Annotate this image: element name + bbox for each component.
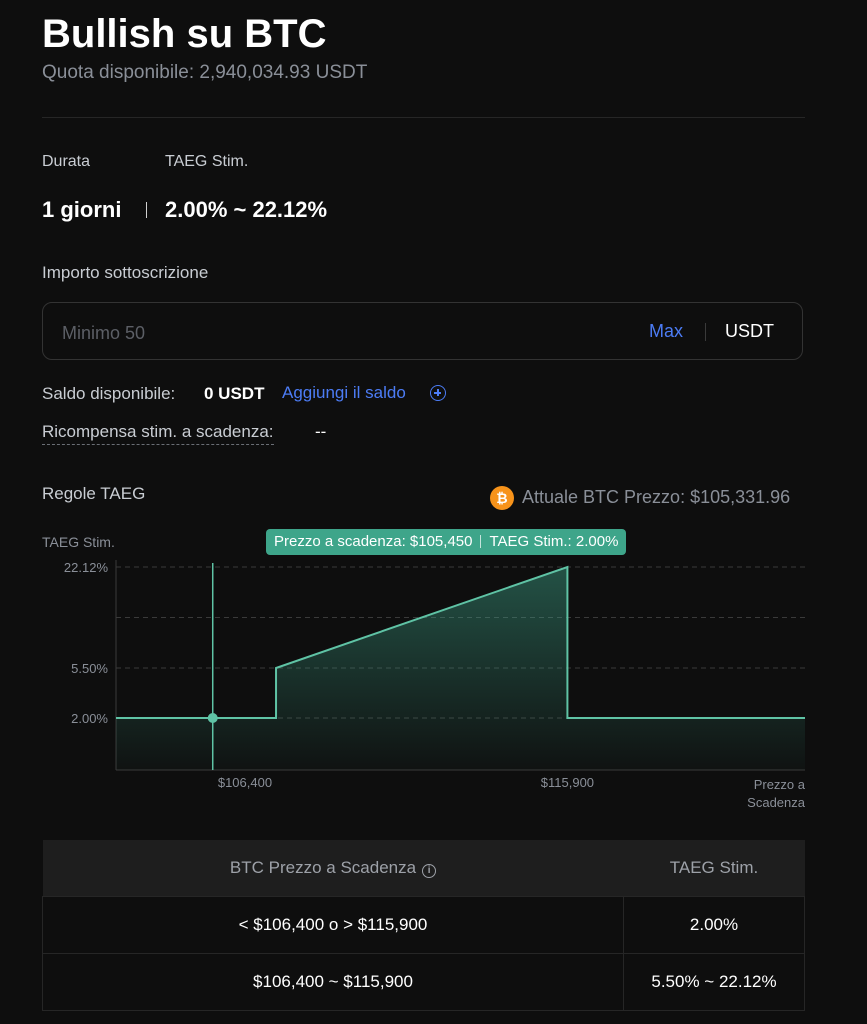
input-separator (705, 323, 706, 341)
available-quota: Quota disponibile: 2,940,034.93 USDT (42, 62, 368, 83)
plus-circle-icon[interactable] (430, 385, 446, 401)
max-button[interactable]: Max (649, 321, 683, 342)
subscription-label: Importo sottoscrizione (42, 263, 209, 282)
table-header-price: BTC Prezzo a Scadenza i (42, 840, 624, 897)
add-balance-link[interactable]: Aggiungi il saldo (282, 383, 406, 403)
apr-table: BTC Prezzo a Scadenza i TAEG Stim. < $106… (42, 840, 805, 1011)
x-axis-label-line1: Prezzo a (754, 777, 806, 792)
table-cell-apr: 2.00% (623, 896, 805, 954)
info-icon[interactable]: i (422, 864, 437, 878)
page: Bullish su BTC Quota disponibile: 2,940,… (0, 0, 867, 1024)
subscription-amount-field[interactable]: Max USDT (42, 302, 803, 360)
table-row: < $106,400 o > $115,900 2.00% (42, 896, 805, 954)
balance-value: 0 USDT (204, 384, 265, 403)
table-header-row: BTC Prezzo a Scadenza i TAEG Stim. (42, 840, 805, 897)
subscription-amount-input[interactable] (60, 317, 624, 349)
chart-y-axis-label: TAEG Stim. (42, 534, 115, 550)
x-axis-label-line2: Scadenza (747, 795, 806, 810)
y-tick-label: 2.00% (71, 711, 108, 726)
table-header-price-label: BTC Prezzo a Scadenza (229, 858, 417, 877)
x-tick-label: $115,900 (541, 775, 594, 790)
apr-value: 2.00% ~ 22.12% (165, 197, 328, 222)
currency-label: USDT (725, 321, 774, 341)
tooltip-apr: TAEG Stim.: 2.00% (489, 533, 619, 550)
apr-series-line (116, 565, 805, 719)
apr-label: TAEG Stim. (165, 153, 249, 170)
table-cell-price: $106,400 ~ $115,900 (42, 953, 624, 1011)
estimated-reward-label[interactable]: Ricompensa stim. a scadenza: (42, 422, 274, 445)
bitcoin-icon: ₿ (490, 486, 514, 510)
chart-tooltip: Prezzo a scadenza: $105,450 TAEG Stim.: 2… (266, 529, 627, 555)
x-tick-label: $106,400 (218, 775, 272, 790)
estimated-reward-value: -- (315, 422, 327, 441)
marker-dot (207, 713, 218, 723)
table-row: $106,400 ~ $115,900 5.50% ~ 22.12% (42, 953, 805, 1011)
tooltip-separator (480, 535, 482, 548)
y-tick-label: 5.50% (71, 661, 108, 676)
duration-label: Durata (42, 153, 91, 170)
duration-value: 1 giorni (42, 197, 122, 222)
divider (42, 117, 805, 118)
balance-label: Saldo disponibile: (42, 384, 176, 403)
table-header-apr: TAEG Stim. (623, 840, 805, 897)
apr-area-fill (116, 567, 805, 770)
page-title: Bullish su BTC (42, 12, 327, 56)
y-tick-label: 22.12% (64, 560, 109, 575)
current-btc-price: Attuale BTC Prezzo: $105,331.96 (522, 487, 791, 507)
table-cell-price: < $106,400 o > $115,900 (42, 896, 624, 954)
table-cell-apr: 5.50% ~ 22.12% (623, 953, 805, 1011)
value-separator (146, 202, 147, 218)
tooltip-price: Prezzo a scadenza: $105,450 (274, 533, 473, 550)
apr-rules-title: Regole TAEG (42, 484, 146, 503)
